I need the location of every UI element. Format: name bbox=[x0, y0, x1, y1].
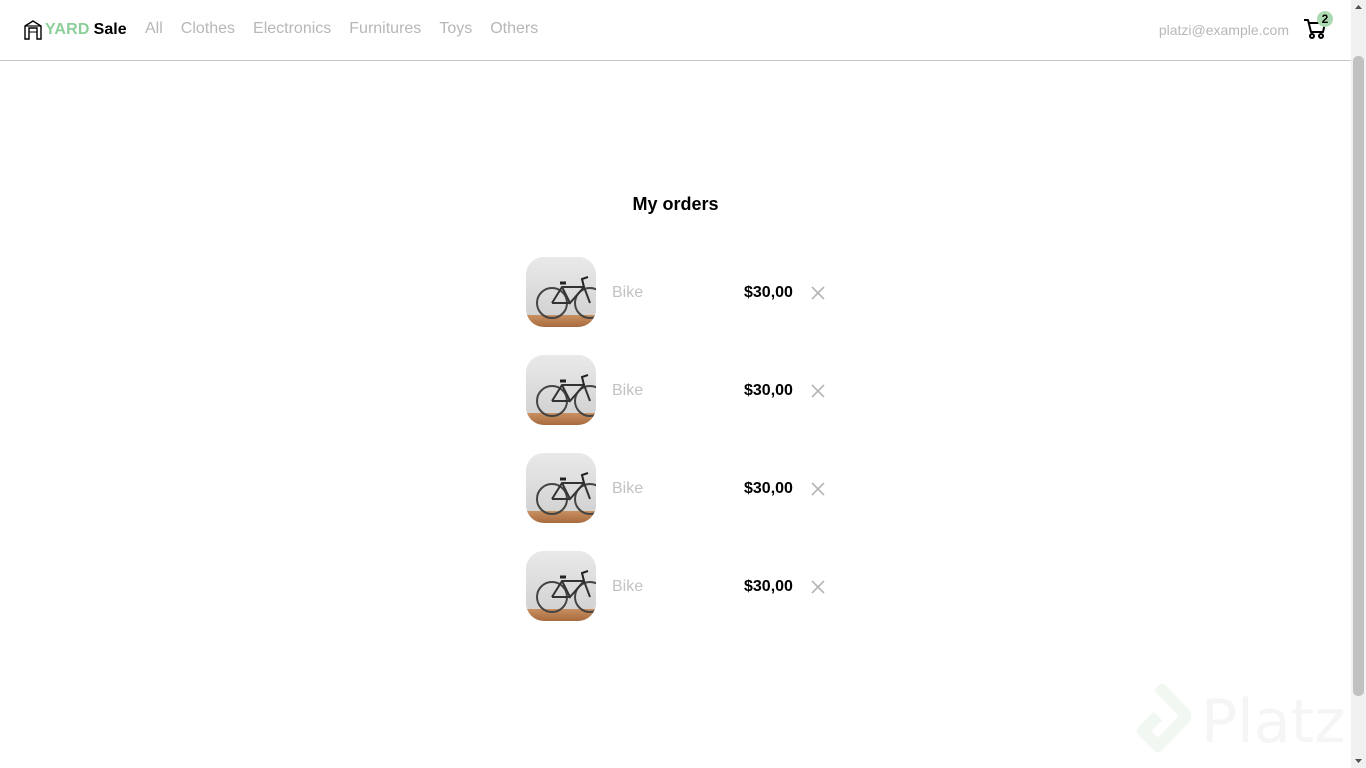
bike-image bbox=[526, 453, 596, 523]
category-nav: All Clothes Electronics Furnitures Toys … bbox=[145, 20, 556, 38]
scroll-up-arrow-icon[interactable] bbox=[1351, 0, 1366, 15]
scrollbar-thumb[interactable] bbox=[1353, 56, 1364, 696]
brand-logo[interactable]: YARD Sale bbox=[24, 18, 127, 42]
storefront-icon bbox=[24, 20, 42, 40]
cart-count-badge: 2 bbox=[1317, 11, 1333, 27]
vertical-scrollbar[interactable] bbox=[1351, 0, 1366, 768]
nav-link-furnitures[interactable]: Furnitures bbox=[349, 20, 421, 38]
order-item-price: $30,00 bbox=[744, 578, 793, 595]
order-item: Bike $30,00 bbox=[526, 453, 831, 523]
close-icon[interactable] bbox=[810, 481, 826, 497]
bike-image bbox=[526, 355, 596, 425]
order-item-name: Bike bbox=[612, 578, 644, 595]
nav-link-toys[interactable]: Toys bbox=[439, 20, 472, 38]
order-item-price: $30,00 bbox=[744, 382, 793, 399]
watermark-text: Platzi bbox=[1201, 687, 1363, 757]
brand-name-sale: Sale bbox=[93, 21, 127, 38]
brand-name-yard: YARD bbox=[45, 21, 90, 38]
platzi-watermark: Platzi bbox=[1125, 684, 1362, 760]
order-item: Bike $30,00 bbox=[526, 355, 831, 425]
order-item-price: $30,00 bbox=[744, 284, 793, 301]
user-email[interactable]: platzi@example.com bbox=[1159, 22, 1289, 38]
bike-image bbox=[526, 257, 596, 327]
nav-link-all[interactable]: All bbox=[145, 20, 163, 38]
order-item-price: $30,00 bbox=[744, 480, 793, 497]
order-list: Bike $30,00 Bike $30,00 Bike $30,00 Bike… bbox=[526, 257, 831, 649]
order-item-name: Bike bbox=[612, 382, 644, 399]
close-icon[interactable] bbox=[810, 285, 826, 301]
nav-link-others[interactable]: Others bbox=[490, 20, 538, 38]
close-icon[interactable] bbox=[810, 383, 826, 399]
close-icon[interactable] bbox=[810, 579, 826, 595]
nav-link-electronics[interactable]: Electronics bbox=[253, 20, 331, 38]
bike-image bbox=[526, 551, 596, 621]
navbar: YARD Sale All Clothes Electronics Furnit… bbox=[0, 0, 1351, 61]
page-title: My orders bbox=[632, 194, 719, 214]
nav-right: platzi@example.com 2 bbox=[1159, 11, 1333, 42]
cart-button[interactable]: 2 bbox=[1301, 11, 1333, 42]
order-item: Bike $30,00 bbox=[526, 257, 831, 327]
order-item: Bike $30,00 bbox=[526, 551, 831, 621]
scroll-down-arrow-icon[interactable] bbox=[1351, 753, 1366, 768]
platzi-logo-icon bbox=[1137, 684, 1191, 752]
order-item-name: Bike bbox=[612, 284, 644, 301]
page: YARD Sale All Clothes Electronics Furnit… bbox=[0, 0, 1362, 768]
nav-link-clothes[interactable]: Clothes bbox=[181, 20, 235, 38]
order-item-name: Bike bbox=[612, 480, 644, 497]
